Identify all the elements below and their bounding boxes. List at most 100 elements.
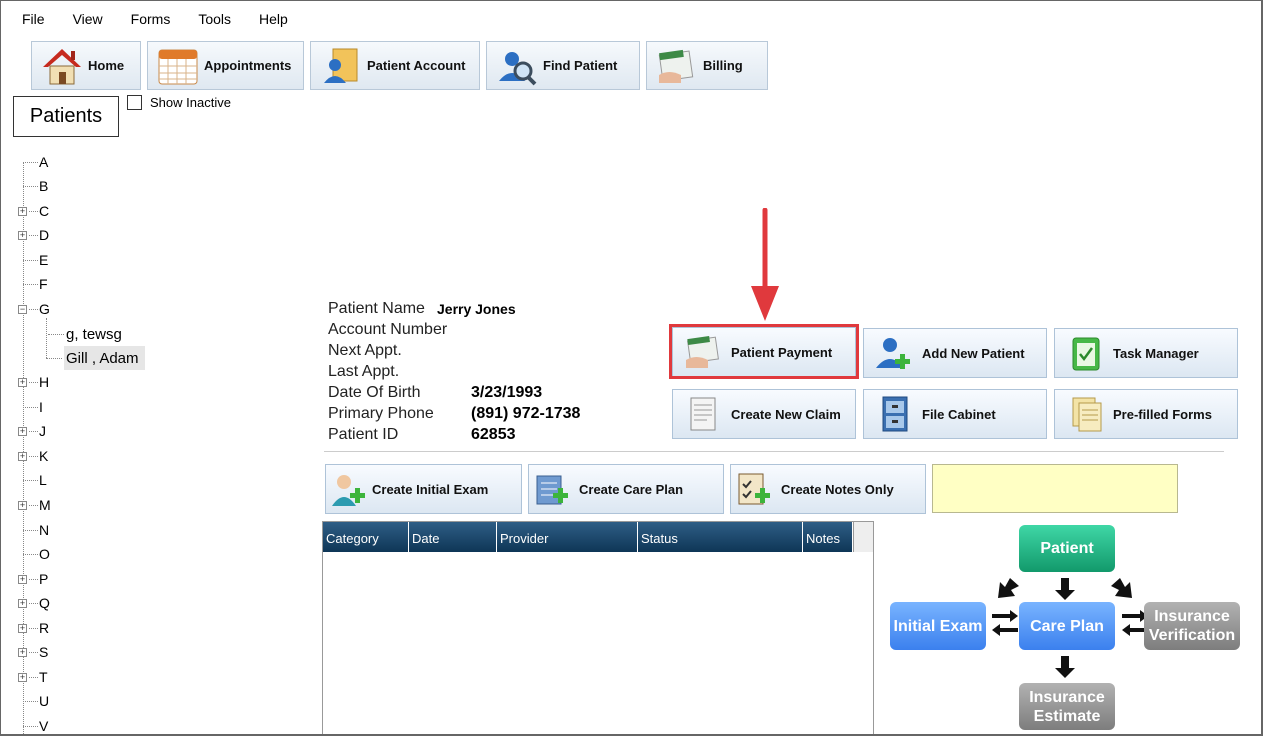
menu-help[interactable]: Help <box>245 8 302 30</box>
tree-letter-label: G <box>39 301 50 317</box>
expand-icon[interactable]: + <box>18 230 27 240</box>
column-category[interactable]: Category <box>323 522 409 552</box>
tree-connector <box>29 381 38 383</box>
create-care-plan-label: Create Care Plan <box>579 481 684 497</box>
column-notes[interactable]: Notes <box>803 522 853 552</box>
notes-add-icon <box>735 470 775 508</box>
prefilled-forms-button[interactable]: Pre-filled Forms <box>1054 389 1238 439</box>
create-notes-only-label: Create Notes Only <box>781 481 894 497</box>
menu-bar: File View Forms Tools Help <box>8 8 302 30</box>
menu-file[interactable]: File <box>8 8 59 30</box>
tree-connector <box>46 358 62 359</box>
task-manager-button[interactable]: Task Manager <box>1054 328 1238 378</box>
tree-connector <box>23 283 38 285</box>
tree-letter-label: I <box>39 399 43 415</box>
expand-icon[interactable]: + <box>18 377 27 387</box>
show-inactive-checkbox[interactable] <box>127 95 142 110</box>
expand-icon[interactable]: + <box>18 647 27 657</box>
patient-account-button[interactable]: Patient Account <box>310 41 480 90</box>
tree-connector <box>29 627 38 629</box>
show-inactive-toggle[interactable]: Show Inactive <box>127 95 231 110</box>
home-label: Home <box>88 58 125 73</box>
tree-connector <box>48 334 64 335</box>
tree-letter-label: L <box>39 472 47 488</box>
workflow-initial-exam[interactable]: Initial Exam <box>890 602 986 650</box>
patient-name-label: Patient Name <box>328 300 425 317</box>
patient-account-icon <box>319 45 363 87</box>
tree-connector <box>29 676 38 678</box>
tree-connector <box>23 725 38 727</box>
expand-icon[interactable]: + <box>18 623 27 633</box>
find-patient-button[interactable]: Find Patient <box>486 41 640 90</box>
records-grid[interactable]: Category Date Provider Status Notes <box>322 521 874 736</box>
tree-item-label: g, tewsg <box>66 325 122 343</box>
expand-icon[interactable]: + <box>18 598 27 608</box>
claim-form-icon <box>683 395 723 433</box>
workflow-insurance-verification[interactable]: Insurance Verification <box>1144 602 1240 650</box>
tree-letter-label: K <box>39 448 49 464</box>
grid-header: Category Date Provider Status Notes <box>323 522 853 552</box>
account-number-label: Account Number <box>328 321 448 338</box>
column-date[interactable]: Date <box>409 522 497 552</box>
show-inactive-label: Show Inactive <box>150 95 231 110</box>
patient-id-value: 62853 <box>471 426 516 443</box>
expand-icon[interactable]: + <box>18 672 27 682</box>
tree-letter-label: P <box>39 571 49 587</box>
tree-child-guide <box>46 318 47 358</box>
appointments-button[interactable]: Appointments <box>147 41 304 90</box>
column-status[interactable]: Status <box>638 522 803 552</box>
collapse-icon[interactable]: − <box>18 304 27 314</box>
tree-connector <box>23 529 38 531</box>
menu-view[interactable]: View <box>59 8 117 30</box>
tree-connector <box>29 234 38 236</box>
find-patient-label: Find Patient <box>543 58 618 73</box>
clipboard-check-icon <box>1065 334 1105 372</box>
tree-connector <box>29 504 38 506</box>
create-initial-exam-button[interactable]: Create Initial Exam <box>325 464 522 514</box>
create-care-plan-button[interactable]: Create Care Plan <box>528 464 724 514</box>
create-new-claim-label: Create New Claim <box>731 406 841 422</box>
file-cabinet-button[interactable]: File Cabinet <box>863 389 1047 439</box>
tree-connector <box>23 185 38 187</box>
expand-icon[interactable]: + <box>18 574 27 584</box>
tree-connector <box>29 602 38 604</box>
tree-item-g-tewsg[interactable]: g, tewsg <box>48 322 122 346</box>
annotation-arrow <box>751 208 779 321</box>
tree-connector <box>23 700 38 702</box>
billing-button[interactable]: Billing <box>646 41 768 90</box>
tree-connector <box>23 406 38 408</box>
add-new-patient-button[interactable]: Add New Patient <box>863 328 1047 378</box>
menu-tools[interactable]: Tools <box>184 8 245 30</box>
billing-icon <box>655 45 699 87</box>
expand-icon[interactable]: + <box>18 206 27 216</box>
calendar-icon <box>156 45 200 87</box>
workflow-insurance-estimate[interactable]: Insurance Estimate <box>1019 683 1115 730</box>
patient-id-label: Patient ID <box>328 426 399 443</box>
expand-icon[interactable]: + <box>18 500 27 510</box>
tree-letter-label: E <box>39 252 49 268</box>
primary-phone-label: Primary Phone <box>328 405 434 422</box>
prefilled-forms-label: Pre-filled Forms <box>1113 406 1212 422</box>
tree-letter-label: B <box>39 178 49 194</box>
find-patient-icon <box>495 45 539 87</box>
expand-icon[interactable]: + <box>18 451 27 461</box>
tree-letter-label: C <box>39 203 50 219</box>
tree-item-gill-adam[interactable]: Gill , Adam <box>46 346 145 370</box>
doctor-add-icon <box>330 470 370 508</box>
tree-connector <box>23 479 38 481</box>
section-divider <box>324 451 1224 452</box>
primary-phone-value: (891) 972-1738 <box>471 405 581 422</box>
column-provider[interactable]: Provider <box>497 522 638 552</box>
expand-icon[interactable]: + <box>18 426 27 436</box>
menu-forms[interactable]: Forms <box>117 8 185 30</box>
tree-letter-label: N <box>39 522 50 538</box>
create-notes-only-button[interactable]: Create Notes Only <box>730 464 926 514</box>
patient-account-label: Patient Account <box>367 58 466 73</box>
tree-connector <box>29 651 38 653</box>
create-new-claim-button[interactable]: Create New Claim <box>672 389 856 439</box>
workflow-care-plan[interactable]: Care Plan <box>1019 602 1115 650</box>
appointments-label: Appointments <box>204 58 292 73</box>
home-button[interactable]: Home <box>31 41 141 90</box>
tree-connector <box>29 430 38 432</box>
workflow-patient[interactable]: Patient <box>1019 525 1115 572</box>
